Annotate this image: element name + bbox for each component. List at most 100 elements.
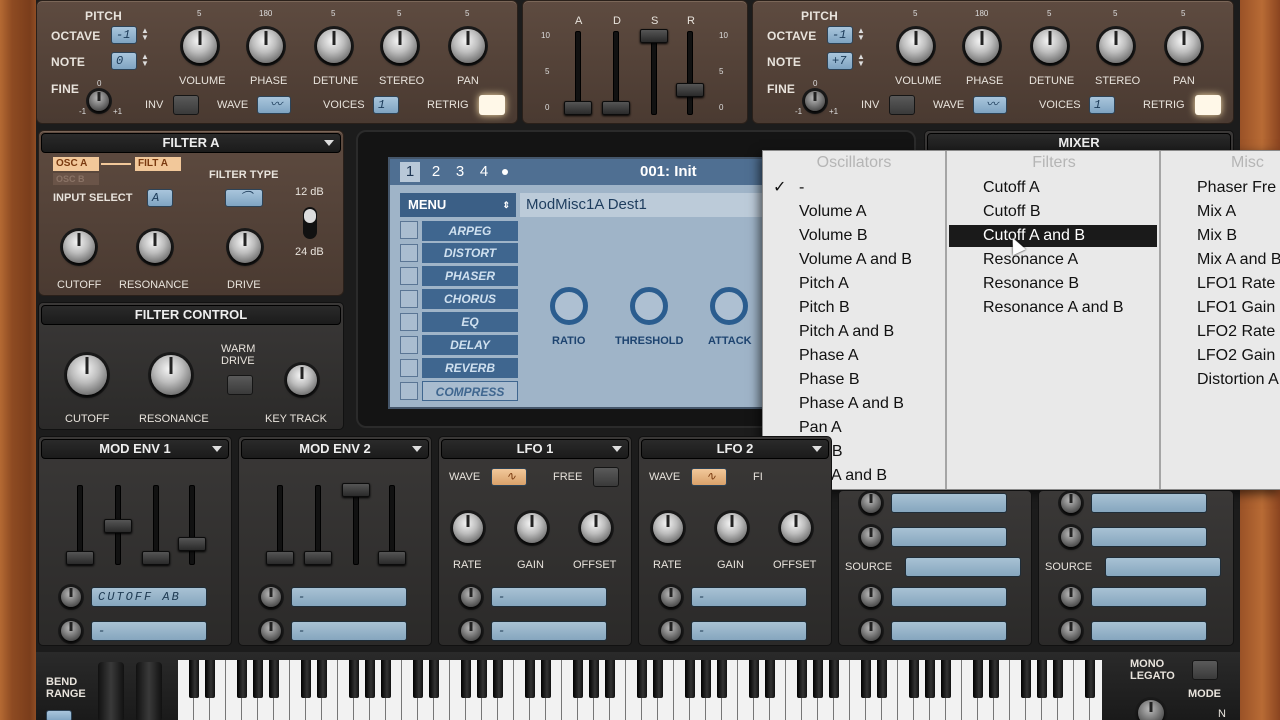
phase-knob[interactable] xyxy=(249,29,283,63)
dropdown-option[interactable]: Resonance A and B xyxy=(983,297,1124,319)
rate-knob[interactable] xyxy=(653,513,683,543)
filt-a-tag[interactable]: FILT A xyxy=(135,157,181,171)
amount-knob[interactable] xyxy=(261,621,281,641)
piano-black-key[interactable] xyxy=(253,660,263,698)
amount-knob[interactable] xyxy=(61,621,81,641)
pan-knob[interactable] xyxy=(1167,29,1201,63)
lfo-1-header[interactable]: LFO 1 xyxy=(441,439,629,459)
dropdown-option[interactable]: Phase A xyxy=(799,345,859,367)
dropdown-option[interactable]: LFO1 Gain xyxy=(1197,297,1275,319)
dropdown-option[interactable]: Resonance B xyxy=(983,273,1079,295)
mono-legato-button[interactable] xyxy=(1192,660,1218,680)
tab-4[interactable]: 4 xyxy=(474,162,494,182)
dropdown-option[interactable]: Mix A and B xyxy=(1197,249,1280,271)
chevron-down-icon[interactable] xyxy=(812,446,822,452)
lfo-2-header[interactable]: LFO 2 xyxy=(641,439,829,459)
piano-black-key[interactable] xyxy=(573,660,583,698)
mod-dest-slot[interactable]: - xyxy=(691,587,807,607)
fx-checkbox[interactable] xyxy=(400,244,418,262)
offset-knob[interactable] xyxy=(581,513,611,543)
piano-black-key[interactable] xyxy=(829,660,839,698)
filter-type-select[interactable]: ⌒ xyxy=(225,189,263,207)
note-stepper-icon[interactable]: ▲ ▼ xyxy=(141,53,149,68)
dropdown-option[interactable]: Cutoff A xyxy=(983,177,1040,199)
stereo-knob[interactable] xyxy=(1099,29,1133,63)
amount-knob[interactable] xyxy=(1061,493,1081,513)
amount-knob[interactable] xyxy=(61,587,81,607)
piano-black-key[interactable] xyxy=(685,660,695,698)
amount-knob[interactable] xyxy=(661,587,681,607)
piano-black-key[interactable] xyxy=(461,660,471,698)
piano-black-key[interactable] xyxy=(477,660,487,698)
osc-b-tag[interactable]: OSC B xyxy=(53,173,99,185)
sustain-fader[interactable] xyxy=(142,551,170,565)
piano-black-key[interactable] xyxy=(877,660,887,698)
mod-dest-slot[interactable]: - xyxy=(691,621,807,641)
rate-knob[interactable] xyxy=(453,513,483,543)
amount-knob[interactable] xyxy=(1061,527,1081,547)
retrig-button[interactable] xyxy=(479,95,505,115)
fx-item-distort[interactable]: DISTORT xyxy=(422,243,518,263)
wave-select[interactable]: 〰 xyxy=(973,96,1007,114)
piano-black-key[interactable] xyxy=(525,660,535,698)
mod-dest-slot[interactable]: - xyxy=(291,621,407,641)
inv-button[interactable] xyxy=(889,95,915,115)
warm-drive-button[interactable] xyxy=(227,375,253,395)
tab-2[interactable]: 2 xyxy=(426,162,446,182)
mod-dest-slot[interactable]: - xyxy=(491,621,607,641)
piano-black-key[interactable] xyxy=(925,660,935,698)
dropdown-option[interactable]: Phase A and B xyxy=(799,393,904,415)
mode-knob[interactable] xyxy=(1138,700,1164,720)
fx-checkbox[interactable] xyxy=(400,313,418,331)
bend-range-select[interactable] xyxy=(46,710,72,720)
pan-knob[interactable] xyxy=(451,29,485,63)
attack-fader[interactable] xyxy=(266,551,294,565)
voices-select[interactable]: 1 xyxy=(373,96,399,114)
mod-dest-slot[interactable] xyxy=(891,587,1007,607)
piano-black-key[interactable] xyxy=(1085,660,1095,698)
piano-black-key[interactable] xyxy=(989,660,999,698)
voices-select[interactable]: 1 xyxy=(1089,96,1115,114)
volume-knob[interactable] xyxy=(899,29,933,63)
release-fader[interactable] xyxy=(378,551,406,565)
piano-black-key[interactable] xyxy=(749,660,759,698)
piano-black-key[interactable] xyxy=(413,660,423,698)
dropdown-option-highlighted[interactable]: Cutoff A and B xyxy=(949,225,1157,247)
octave-stepper-icon[interactable]: ▲ ▼ xyxy=(141,27,149,42)
amount-knob[interactable] xyxy=(661,621,681,641)
fx-item-delay[interactable]: DELAY xyxy=(422,335,518,355)
fine-knob[interactable] xyxy=(89,91,109,111)
sustain-fader[interactable] xyxy=(640,29,668,43)
piano-black-key[interactable] xyxy=(349,660,359,698)
dropdown-option[interactable]: LFO2 Gain xyxy=(1197,345,1275,367)
mod-dest-slot[interactable]: - xyxy=(91,621,207,641)
dropdown-option[interactable]: Mix A xyxy=(1197,201,1236,223)
piano-black-key[interactable] xyxy=(269,660,279,698)
lfo-wave-select[interactable]: ∿ xyxy=(691,468,727,486)
piano-black-key[interactable] xyxy=(589,660,599,698)
stereo-knob[interactable] xyxy=(383,29,417,63)
amount-knob[interactable] xyxy=(461,621,481,641)
amount-knob[interactable] xyxy=(861,587,881,607)
detune-knob[interactable] xyxy=(1033,29,1067,63)
fx-checkbox[interactable] xyxy=(400,221,418,239)
pitch-wheel[interactable] xyxy=(98,662,124,720)
mod-dest-slot[interactable] xyxy=(1091,587,1207,607)
threshold-knob[interactable] xyxy=(630,287,668,325)
osc-a-tag[interactable]: OSC A xyxy=(53,157,99,171)
mod-wheel[interactable] xyxy=(136,662,162,720)
free-button[interactable] xyxy=(593,467,619,487)
dropdown-option[interactable]: Cutoff B xyxy=(983,201,1041,223)
piano-black-key[interactable] xyxy=(301,660,311,698)
dropdown-option[interactable]: Pitch A xyxy=(799,273,849,295)
chevron-down-icon[interactable] xyxy=(412,446,422,452)
amount-knob[interactable] xyxy=(861,527,881,547)
note-select[interactable]: 0 xyxy=(111,52,137,70)
piano-black-key[interactable] xyxy=(765,660,775,698)
dropdown-option[interactable]: Volume A and B xyxy=(799,249,912,271)
tab-3[interactable]: 3 xyxy=(450,162,470,182)
piano-black-key[interactable] xyxy=(941,660,951,698)
dropdown-option[interactable]: LFO1 Rate xyxy=(1197,273,1275,295)
mod-dest-slot[interactable] xyxy=(891,621,1007,641)
wave-select[interactable]: 〰 xyxy=(257,96,291,114)
